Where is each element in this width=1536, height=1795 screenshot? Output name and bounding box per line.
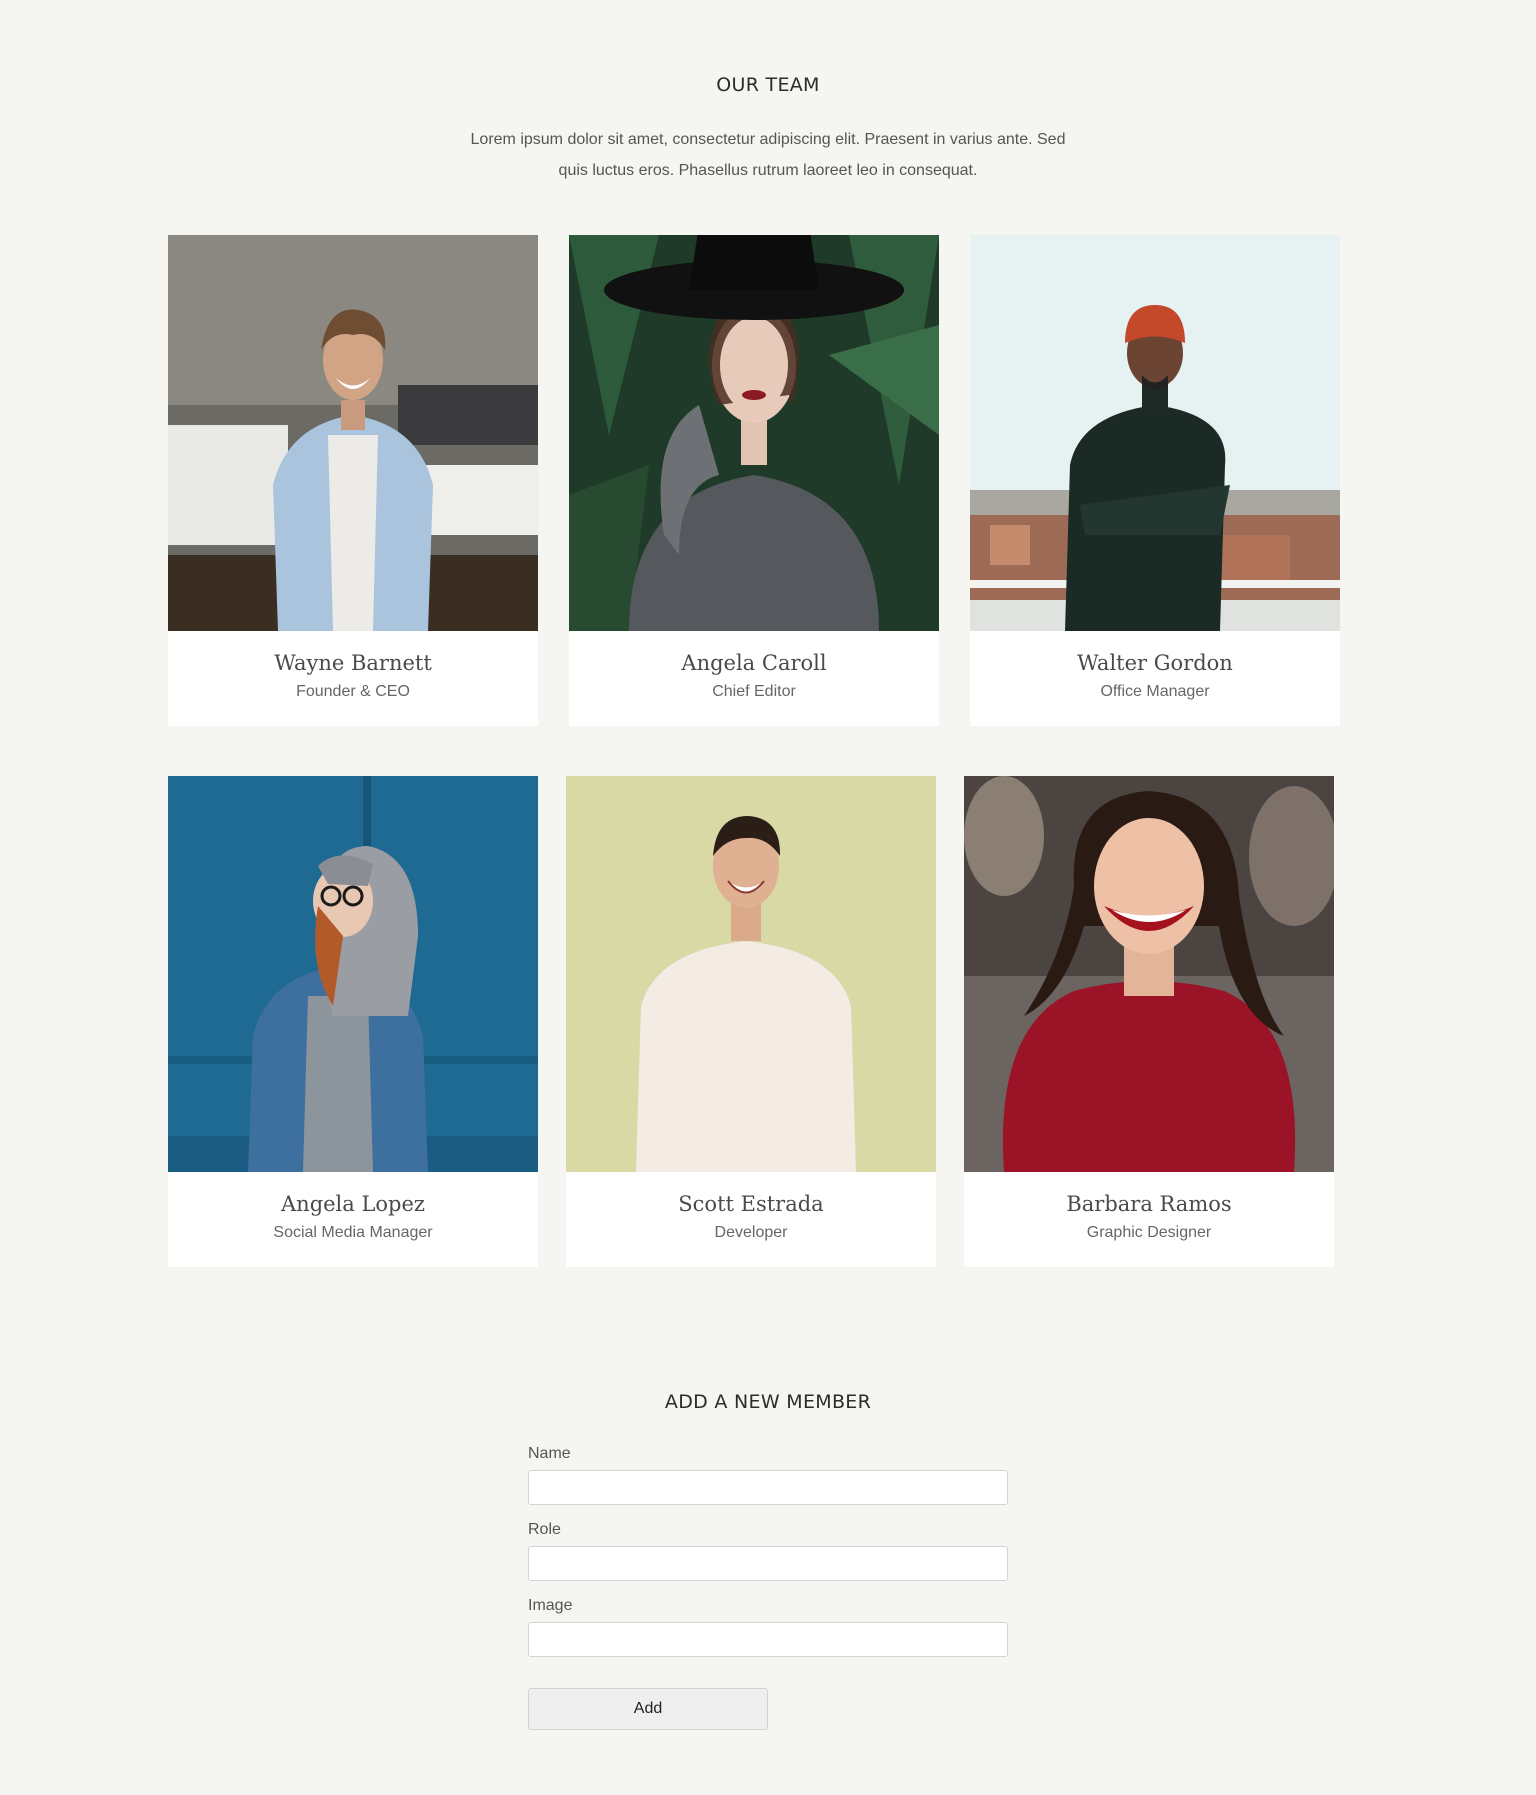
member-photo (566, 776, 936, 1172)
member-name: Walter Gordon (1077, 651, 1233, 675)
member-role: Social Media Manager (273, 1224, 433, 1241)
member-photo (168, 235, 538, 631)
member-role: Developer (714, 1224, 788, 1241)
add-button[interactable]: Add (528, 1688, 768, 1730)
team-section-title: OUR TEAM (716, 74, 820, 96)
member-name: Angela Caroll (681, 651, 827, 675)
team-page: OUR TEAM Lorem ipsum dolor sit amet, con… (0, 0, 1536, 1795)
name-input[interactable] (528, 1470, 1008, 1505)
member-role: Graphic Designer (1086, 1224, 1212, 1241)
member-role: Founder & CEO (296, 683, 410, 700)
member-name: Angela Lopez (281, 1192, 425, 1216)
role-input[interactable] (528, 1546, 1008, 1581)
member-card: Barbara Ramos Graphic Designer (964, 776, 1334, 1267)
member-role: Chief Editor (712, 683, 796, 700)
member-card: Scott Estrada Developer (566, 776, 936, 1267)
member-card: Angela Lopez Social Media Manager (168, 776, 538, 1267)
member-photo (168, 776, 538, 1172)
image-label: Image (528, 1597, 573, 1614)
member-photo (964, 776, 1334, 1172)
name-label: Name (528, 1445, 571, 1462)
image-input[interactable] (528, 1622, 1008, 1657)
member-photo (970, 235, 1340, 631)
add-member-form: Name Role Image (528, 1445, 1008, 1673)
member-role: Office Manager (1100, 683, 1210, 700)
team-intro-text: Lorem ipsum dolor sit amet, consectetur … (470, 131, 1066, 179)
role-label: Role (528, 1521, 561, 1538)
member-name: Wayne Barnett (274, 651, 432, 675)
member-name: Barbara Ramos (1066, 1192, 1232, 1216)
add-member-title: ADD A NEW MEMBER (664, 1391, 872, 1413)
member-name: Scott Estrada (678, 1192, 824, 1216)
member-card: Wayne Barnett Founder & CEO (168, 235, 538, 726)
member-card: Walter Gordon Office Manager (970, 235, 1340, 726)
member-card: Angela Caroll Chief Editor (569, 235, 939, 726)
member-photo (569, 235, 939, 631)
